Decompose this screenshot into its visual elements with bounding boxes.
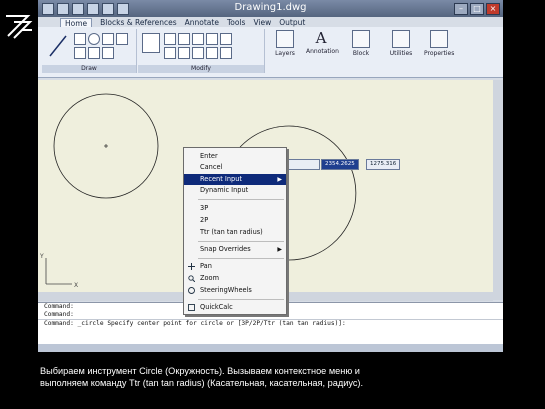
pan-icon (188, 263, 195, 270)
annotation-button[interactable]: A Annotation (306, 29, 339, 55)
erase-icon[interactable] (220, 47, 232, 59)
array-icon[interactable] (220, 33, 232, 45)
vertical-scrollbar[interactable] (493, 80, 503, 300)
status-bar (38, 344, 503, 352)
menu-item-3p[interactable]: 3P (184, 203, 286, 214)
menu-item-zoom[interactable]: Zoom (184, 273, 286, 284)
minimize-icon[interactable]: – (454, 3, 468, 15)
menu-item-quickcalc[interactable]: QuickCalc (184, 302, 286, 313)
menu-separator (198, 258, 284, 259)
submenu-arrow-icon: ▶ (277, 246, 282, 253)
rectangle-icon[interactable] (116, 33, 128, 45)
annotation-icon: A (315, 29, 327, 47)
fillet-icon[interactable] (206, 33, 218, 45)
close-icon[interactable]: × (486, 3, 500, 15)
menu-item-cancel[interactable]: Cancel (184, 162, 286, 173)
utilities-button[interactable]: Utilities (386, 30, 416, 57)
command-prompt[interactable]: Command: _circle Specify center point fo… (38, 319, 503, 328)
menu-item-snap-overrides[interactable]: Snap Overrides ▶ (184, 244, 286, 255)
polyline-icon[interactable] (74, 33, 86, 45)
layers-label: Layers (275, 50, 295, 57)
layers-button[interactable]: Layers (270, 30, 300, 57)
caption: Выбираем инструмент Circle (Окружность).… (40, 365, 520, 389)
rotate-icon[interactable] (164, 33, 176, 45)
utilities-label: Utilities (389, 50, 413, 57)
utilities-icon (392, 30, 410, 48)
window-controls: – □ × (454, 3, 500, 15)
scale-icon[interactable] (192, 47, 204, 59)
logo-icon (6, 15, 33, 39)
maximize-icon[interactable]: □ (470, 3, 484, 15)
menu-item-enter[interactable]: Enter (184, 151, 286, 162)
annotation-label: Annotation (306, 48, 339, 55)
draw-panel: Draw (42, 29, 137, 73)
draw-panel-label[interactable]: Draw (42, 65, 136, 73)
caption-line-2: выполняем команду Ttr (tan tan radius) (… (40, 378, 364, 388)
ribbon: Draw Modify Layers A Annotation Block Ut… (38, 27, 503, 78)
spline-icon[interactable] (102, 47, 114, 59)
block-button[interactable]: Block (346, 30, 376, 57)
arc-icon[interactable] (102, 33, 114, 45)
hatch-icon[interactable] (74, 47, 86, 59)
menu-item-dynamic-input[interactable]: Dynamic Input (184, 185, 286, 196)
circle-tool-icon[interactable] (88, 33, 100, 45)
dynamic-input-x[interactable]: 2354.2625 (321, 159, 359, 170)
title-bar: Drawing1.dwg – □ × (38, 0, 503, 17)
mirror-icon[interactable] (192, 33, 204, 45)
context-menu: Enter Cancel Recent Input ▶ Dynamic Input… (183, 147, 287, 315)
modify-panel-label[interactable]: Modify (138, 65, 264, 73)
dynamic-input-tooltip (284, 159, 320, 170)
ucs-x-label: X (74, 282, 78, 289)
copy-icon[interactable] (164, 47, 176, 59)
menu-item-recent-input[interactable]: Recent Input ▶ (184, 174, 286, 185)
properties-label: Properties (424, 50, 455, 57)
ellipse-icon[interactable] (88, 47, 100, 59)
layers-icon (276, 30, 294, 48)
properties-icon (430, 30, 448, 48)
menu-item-2p[interactable]: 2P (184, 215, 286, 226)
offset-icon[interactable] (206, 47, 218, 59)
modify-panel: Modify (138, 29, 265, 73)
menu-item-steeringwheels[interactable]: SteeringWheels (184, 285, 286, 296)
menu-item-ttr[interactable]: Ttr (tan tan radius) (184, 227, 286, 238)
block-label: Block (352, 50, 370, 57)
steeringwheels-icon (188, 287, 195, 294)
menu-item-pan[interactable]: Pan (184, 261, 286, 272)
caption-line-1: Выбираем инструмент Circle (Окружность).… (40, 366, 360, 376)
menu-separator (198, 299, 284, 300)
move-icon[interactable] (142, 33, 160, 53)
menu-separator (198, 199, 284, 200)
zoom-icon (188, 275, 195, 282)
ucs-y-label: Y (39, 253, 44, 260)
stretch-icon[interactable] (178, 47, 190, 59)
window-title: Drawing1.dwg (234, 2, 307, 13)
dynamic-input-y[interactable]: 1275.316 (366, 159, 401, 170)
calculator-icon (188, 304, 195, 311)
submenu-arrow-icon: ▶ (277, 176, 282, 183)
menu-separator (198, 241, 284, 242)
block-icon (352, 30, 370, 48)
trim-icon[interactable] (178, 33, 190, 45)
line-icon[interactable] (48, 32, 68, 60)
properties-button[interactable]: Properties (424, 30, 454, 57)
